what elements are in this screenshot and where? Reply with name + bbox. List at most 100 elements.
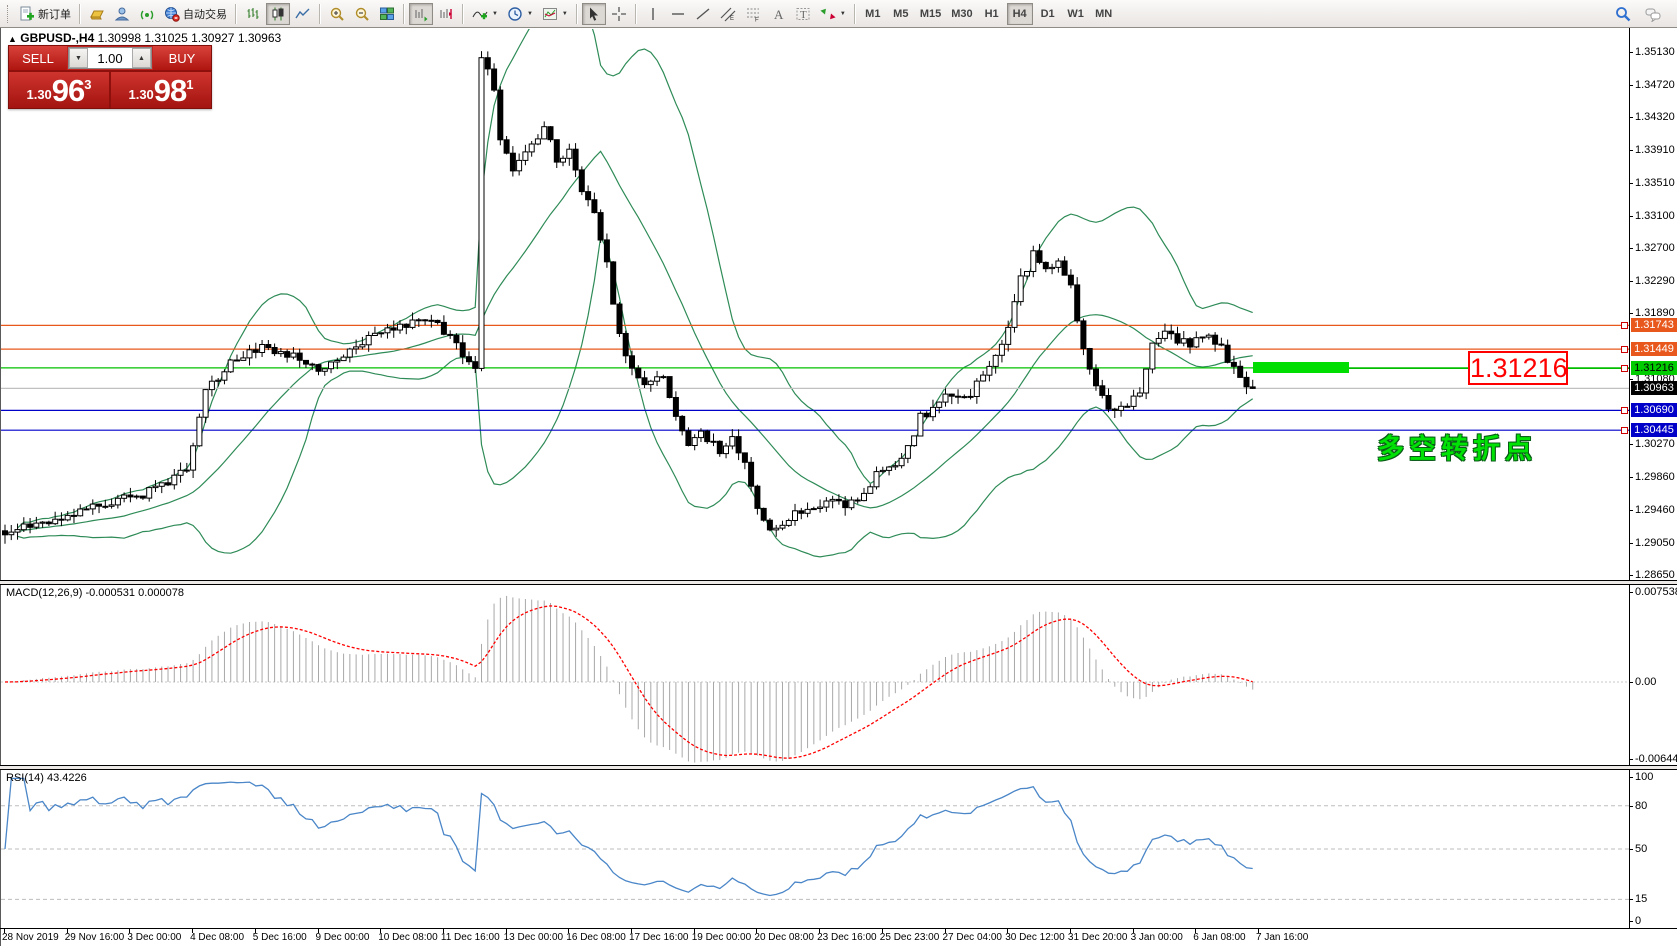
turning-point-note[interactable]: 多空转折点 xyxy=(1377,427,1537,466)
level-endpoint-marker[interactable] xyxy=(1621,427,1628,434)
periods-button[interactable]: ▼ xyxy=(503,3,537,25)
candle-body xyxy=(467,357,472,362)
timeframe-h4-button[interactable]: H4 xyxy=(1007,3,1033,25)
trendline-button[interactable] xyxy=(691,3,715,25)
zoom-out-button[interactable] xyxy=(350,3,374,25)
dropdown-icon[interactable]: ▼ xyxy=(562,11,568,17)
charts-gallery-button[interactable] xyxy=(85,3,109,25)
toolbar-separator xyxy=(79,4,81,24)
fibonacci-icon: F xyxy=(745,6,761,22)
chart-shift-icon xyxy=(438,6,454,22)
axis-tick-mark xyxy=(1629,444,1633,445)
level-endpoint-marker[interactable] xyxy=(1621,346,1628,353)
new-order-icon xyxy=(19,6,35,22)
new-order-button[interactable]: 新订单 xyxy=(15,3,75,25)
chat-button[interactable] xyxy=(1641,3,1665,25)
signals-button[interactable] xyxy=(135,3,159,25)
timeframe-m15-button[interactable]: M15 xyxy=(916,3,945,25)
search-button[interactable] xyxy=(1611,3,1635,25)
toolbar-grip[interactable] xyxy=(7,5,11,23)
macd-pane[interactable] xyxy=(1,585,1629,765)
time-axis-label: 20 Dec 08:00 xyxy=(754,932,814,943)
chart-shift-button[interactable] xyxy=(434,3,458,25)
expert-advisors-button[interactable] xyxy=(110,3,134,25)
timeframe-w1-button[interactable]: W1 xyxy=(1063,3,1089,25)
collapse-icon[interactable]: ▲ xyxy=(8,34,17,44)
candle-body xyxy=(354,347,359,349)
tile-windows-button[interactable] xyxy=(375,3,399,25)
candle-body xyxy=(90,504,95,509)
cursor-button[interactable] xyxy=(582,3,606,25)
price-annotation-box[interactable]: 1.31216 xyxy=(1468,351,1568,385)
volume-up-icon[interactable]: ▲ xyxy=(132,48,151,68)
support-zone-bar[interactable] xyxy=(1253,362,1349,373)
candle-body xyxy=(868,487,873,494)
fibonacci-button[interactable]: F xyxy=(741,3,765,25)
timeframe-m1-button[interactable]: M1 xyxy=(860,3,886,25)
clock-icon xyxy=(507,6,523,22)
candlestick-chart-button[interactable] xyxy=(266,3,290,25)
buy-price[interactable]: 1.30981 xyxy=(109,72,211,108)
level-endpoint-marker[interactable] xyxy=(1621,322,1628,329)
zoom-in-button[interactable] xyxy=(325,3,349,25)
candle-body xyxy=(347,349,352,357)
dropdown-icon[interactable]: ▼ xyxy=(840,11,846,17)
sell-price[interactable]: 1.30963 xyxy=(9,72,109,108)
axis-tick-mark xyxy=(1629,248,1633,249)
dropdown-icon[interactable]: ▼ xyxy=(527,11,533,17)
bar-chart-button[interactable] xyxy=(241,3,265,25)
rsi-tick-label: 80 xyxy=(1635,800,1647,812)
templates-button[interactable]: ▼ xyxy=(538,3,572,25)
volume-stepper: ▼ 1.00 ▲ xyxy=(68,47,152,69)
equidistant-channel-button[interactable]: E xyxy=(716,3,740,25)
timeframe-m30-button[interactable]: M30 xyxy=(947,3,976,25)
timeframe-h1-button[interactable]: H1 xyxy=(979,3,1005,25)
price-tick-label: 1.35130 xyxy=(1635,46,1675,58)
candle-body xyxy=(692,438,697,446)
candle-body xyxy=(830,499,835,501)
text-label-button[interactable]: T xyxy=(791,3,815,25)
autotrading-button[interactable]: 自动交易 xyxy=(160,3,231,25)
arrows-button[interactable]: ▼ xyxy=(816,3,850,25)
time-axis-tick xyxy=(318,929,319,933)
line-chart-button[interactable] xyxy=(291,3,315,25)
axis-tick-mark xyxy=(1629,543,1633,544)
text-button[interactable]: A xyxy=(766,3,790,25)
candle-body xyxy=(416,320,421,321)
buy-button[interactable]: BUY xyxy=(153,46,211,70)
ohlc-high: 1.31025 xyxy=(144,31,187,45)
macd-tick-label: 0.00 xyxy=(1635,676,1656,688)
expert-advisor-icon xyxy=(114,6,130,22)
vertical-line-button[interactable] xyxy=(641,3,665,25)
price-level-label: 1.30963 xyxy=(1631,381,1677,395)
auto-scroll-button[interactable] xyxy=(409,3,433,25)
volume-input[interactable]: 1.00 xyxy=(88,48,132,68)
candle-body xyxy=(159,483,164,487)
timeframe-m5-button[interactable]: M5 xyxy=(888,3,914,25)
time-axis-tick xyxy=(380,929,381,933)
timeframe-mn-button[interactable]: MN xyxy=(1091,3,1117,25)
ohlc-low: 1.30927 xyxy=(191,31,234,45)
candle-body xyxy=(216,380,221,381)
time-axis-tick xyxy=(945,929,946,933)
candle-body xyxy=(485,58,490,69)
level-endpoint-marker[interactable] xyxy=(1621,407,1628,414)
price-tick-label: 1.33510 xyxy=(1635,177,1675,189)
sell-button[interactable]: SELL xyxy=(9,46,67,70)
crosshair-button[interactable] xyxy=(607,3,631,25)
candle-body xyxy=(987,366,992,375)
candle-body xyxy=(742,453,747,462)
indicators-button[interactable]: ▼ xyxy=(468,3,502,25)
candle-body xyxy=(786,521,791,526)
rsi-pane[interactable] xyxy=(1,770,1629,928)
buy-price-sup: 1 xyxy=(186,77,193,92)
dropdown-icon[interactable]: ▼ xyxy=(492,11,498,17)
volume-down-icon[interactable]: ▼ xyxy=(69,48,88,68)
horizontal-line-button[interactable] xyxy=(666,3,690,25)
candle-body xyxy=(203,390,208,418)
level-endpoint-marker[interactable] xyxy=(1621,365,1628,372)
timeframe-d1-button[interactable]: D1 xyxy=(1035,3,1061,25)
candle-body xyxy=(943,394,948,402)
main-chart-pane[interactable] xyxy=(1,29,1629,580)
candle-body xyxy=(228,360,233,372)
